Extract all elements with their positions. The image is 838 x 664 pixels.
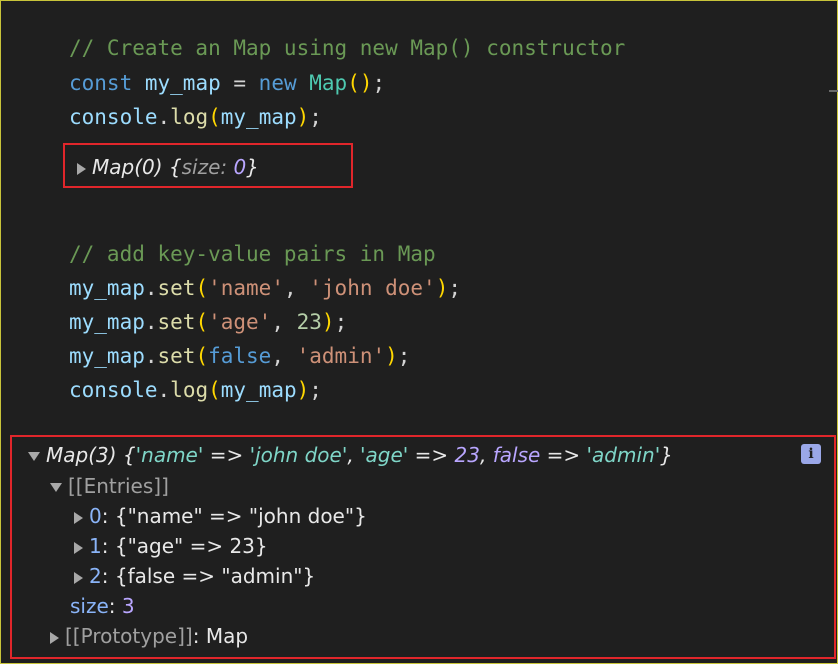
expand-arrow-icon[interactable] [74,541,83,554]
set-method: set [157,276,196,300]
console-output-empty-map[interactable]: Map(0) {size: 0} [77,153,259,181]
code-line-declare-map: const my_map = new Map(); [69,66,385,100]
entry-row[interactable]: 2: {false => "admin"} [74,562,315,590]
variable-my-map: my_map [144,71,221,95]
set-method: set [157,344,196,368]
entry-row[interactable]: 0: {"name" => "john doe"} [74,502,367,530]
code-line-set-age: my_map.set('age', 23); [69,310,348,334]
expand-arrow-icon[interactable] [77,162,86,175]
code-line-set-name: my_map.set('name', 'john doe'); [69,276,462,300]
scrollbar-marker [829,90,838,92]
console-output-map-summary[interactable]: Map(3) {'name' => 'john doe', 'age' => 2… [28,441,673,469]
expand-arrow-icon[interactable] [74,571,83,584]
console-object: console [69,105,158,129]
size-value: 0 [233,155,247,179]
paren: () [347,71,373,95]
size-label: size [181,155,221,179]
collapse-arrow-icon[interactable] [28,452,40,461]
expand-arrow-icon[interactable] [74,511,83,524]
semicolon: ; [372,71,386,95]
code-line-console-log-1: console.log(my_map); [69,105,322,129]
class-map: Map [309,71,348,95]
code-comment-add-pairs: // add key-value pairs in Map [69,242,436,266]
info-icon[interactable]: i [801,444,821,464]
prototype-node[interactable]: [[Prototype]]: Map [50,622,248,650]
collapse-arrow-icon[interactable] [50,483,62,492]
log-method: log [170,105,209,129]
keyword-new: new [258,71,297,95]
variable-my-map: my_map [220,105,297,129]
code-comment-create-map: // Create an Map using new Map() constru… [69,36,626,60]
expand-arrow-icon[interactable] [50,631,59,644]
size-property: size: 3 [70,594,135,618]
set-method: set [157,310,196,334]
entry-row[interactable]: 1: {"age" => 23} [74,532,268,560]
code-line-console-log-2: console.log(my_map); [69,378,322,402]
keyword-const: const [69,71,133,95]
assign-operator: = [220,71,259,95]
entries-node[interactable]: [[Entries]] [50,472,169,500]
map-prefix: Map(0) [92,155,163,179]
code-line-set-false: my_map.set(false, 'admin'); [69,344,411,368]
